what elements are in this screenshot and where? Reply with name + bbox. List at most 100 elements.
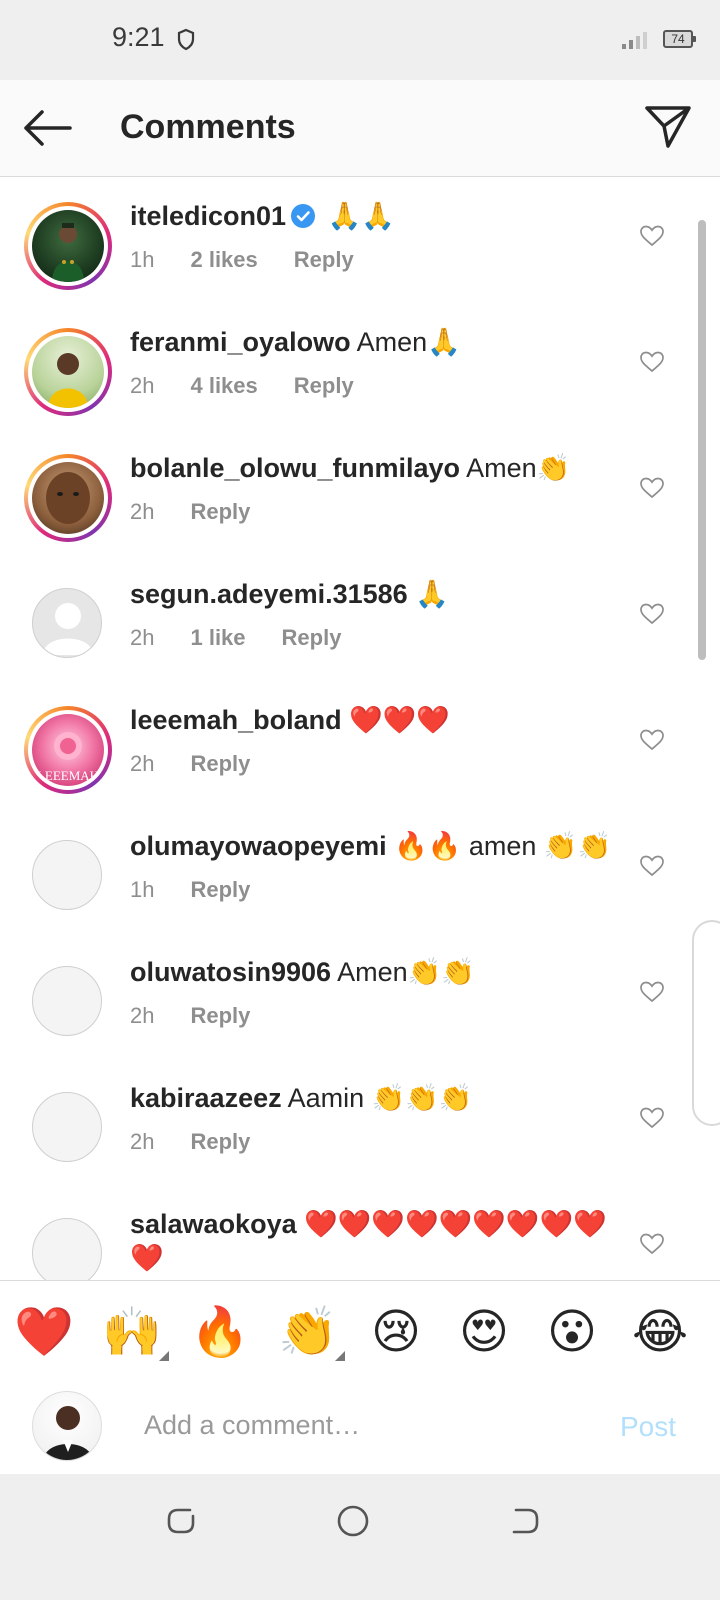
comment-item: olumayowaopeyemi 🔥🔥 amen 👏👏 1h Reply: [0, 807, 720, 935]
comment-text: Aamin 👏👏👏: [287, 1083, 473, 1113]
reply-button[interactable]: Reply: [190, 877, 250, 902]
comment-text: 🙏🙏: [327, 201, 395, 231]
comment-username[interactable]: oluwatosin9906: [130, 957, 331, 987]
recent-apps-icon[interactable]: [166, 1504, 196, 1538]
comment-meta: 2h Reply: [130, 751, 286, 777]
shield-icon: [177, 28, 195, 51]
skin-tone-indicator: [335, 1351, 345, 1361]
comment-meta: 2h Reply: [130, 1129, 286, 1155]
scrollbar[interactable]: [698, 220, 706, 660]
default-avatar-icon: [43, 603, 93, 655]
comment-username[interactable]: bolanle_olowu_funmilayo: [130, 453, 460, 483]
emoji-surprised-button[interactable]: 😮: [542, 1303, 602, 1363]
avatar[interactable]: [32, 966, 102, 1036]
comment-meta: 2h Reply: [130, 499, 286, 525]
comment-item: bolanle_olowu_funmilayo Amen👏 2h Reply: [0, 429, 720, 557]
avatar[interactable]: [32, 1092, 102, 1162]
comment-time: 1h: [130, 247, 155, 272]
avatar[interactable]: [32, 1218, 102, 1288]
comment-item: iteledicon01 🙏🙏 1h 2 likes Reply: [0, 177, 720, 305]
heart-outline-icon[interactable]: [640, 855, 664, 877]
emoji-crying-button[interactable]: 😢: [366, 1303, 426, 1363]
comment-meta: 2h 4 likes Reply: [130, 373, 390, 399]
back-icon[interactable]: [510, 1504, 540, 1538]
heart-outline-icon[interactable]: [640, 729, 664, 751]
comment-time: 2h: [130, 499, 155, 524]
heart-outline-icon[interactable]: [640, 1233, 664, 1255]
avatar[interactable]: [24, 328, 112, 416]
home-icon[interactable]: [336, 1504, 370, 1538]
comments-list[interactable]: iteledicon01 🙏🙏 1h 2 likes Reply feranmi_o…: [0, 177, 720, 1305]
comment-username[interactable]: olumayowaopeyemi: [130, 831, 387, 861]
comment-input[interactable]: [142, 1399, 586, 1451]
reply-button[interactable]: Reply: [190, 1129, 250, 1154]
comment-likes[interactable]: 2 likes: [190, 247, 257, 272]
status-bar: 9:21 74: [0, 0, 720, 80]
reply-button[interactable]: Reply: [294, 247, 354, 272]
comment-username[interactable]: leeemah_boland: [130, 705, 342, 735]
heart-outline-icon[interactable]: [640, 477, 664, 499]
comment-time: 2h: [130, 751, 155, 776]
emoji-raising-hands-button[interactable]: 🙌: [102, 1303, 162, 1363]
emoji-heart-eyes-button[interactable]: 😍: [454, 1303, 514, 1363]
comment-time: 2h: [130, 1129, 155, 1154]
avatar-image: [32, 462, 104, 534]
comment-likes[interactable]: 4 likes: [190, 373, 257, 398]
emoji-clap-button[interactable]: 👏: [278, 1303, 338, 1363]
comment-text: Amen👏👏: [337, 957, 475, 987]
avatar[interactable]: [24, 454, 112, 542]
reply-button[interactable]: Reply: [190, 751, 250, 776]
post-button[interactable]: Post: [620, 1411, 676, 1443]
comment-likes[interactable]: 1 like: [190, 625, 245, 650]
avatar[interactable]: LEEEMAH: [24, 706, 112, 794]
reply-button[interactable]: Reply: [190, 499, 250, 524]
emoji-laughing-button[interactable]: 😂: [630, 1303, 690, 1363]
comment-time: 2h: [130, 1003, 155, 1028]
emoji-heart-button[interactable]: ❤️: [14, 1303, 74, 1363]
comment-text: Amen🙏: [356, 327, 461, 357]
heart-outline-icon[interactable]: [640, 981, 664, 1003]
comment-item: kabiraazeez Aamin 👏👏👏 2h Reply: [0, 1059, 720, 1187]
reply-button[interactable]: Reply: [190, 1003, 250, 1028]
reply-button[interactable]: Reply: [282, 625, 342, 650]
emoji-bar: ❤️ 🙌 🔥 👏 😢 😍 😮 😂: [0, 1280, 720, 1378]
comment-meta: 2h 1 like Reply: [130, 625, 377, 651]
heart-outline-icon[interactable]: [640, 351, 664, 373]
comment-meta: 1h Reply: [130, 877, 286, 903]
avatar-image: LEEEMAH: [32, 714, 104, 786]
comment-username[interactable]: salawaokoya: [130, 1209, 297, 1239]
emoji-fire-button[interactable]: 🔥: [190, 1303, 250, 1363]
heart-outline-icon[interactable]: [640, 225, 664, 247]
avatar[interactable]: [32, 588, 102, 658]
page-title: Comments: [120, 108, 296, 146]
skin-tone-indicator: [159, 1351, 169, 1361]
comment-username[interactable]: segun.adeyemi.31586: [130, 579, 408, 609]
comment-username[interactable]: feranmi_oyalowo: [130, 327, 351, 357]
comment-text: ❤️❤️❤️: [349, 705, 450, 735]
avatar[interactable]: [24, 202, 112, 290]
system-nav-bar: [0, 1474, 720, 1600]
reply-button[interactable]: Reply: [294, 373, 354, 398]
edge-panel-handle[interactable]: [692, 920, 720, 1126]
comment-time: 2h: [130, 373, 155, 398]
comment-meta: 2h Reply: [130, 1003, 286, 1029]
avatar[interactable]: [32, 840, 102, 910]
heart-outline-icon[interactable]: [640, 1107, 664, 1129]
header: Comments: [0, 80, 720, 177]
comment-username[interactable]: kabiraazeez: [130, 1083, 282, 1113]
comment-meta: 1h 2 likes Reply: [130, 247, 390, 273]
send-icon[interactable]: [644, 104, 692, 150]
battery-icon: 74: [663, 30, 696, 48]
avatar-image: [32, 336, 104, 408]
avatar: [32, 1391, 102, 1461]
signal-icon: [622, 32, 647, 49]
status-time: 9:21: [112, 22, 165, 52]
heart-outline-icon[interactable]: [640, 603, 664, 625]
verified-badge-icon: [291, 204, 316, 228]
comment-username[interactable]: iteledicon01: [130, 201, 286, 231]
comment-time: 1h: [130, 877, 155, 902]
comment-item: segun.adeyemi.31586 🙏 2h 1 like Reply: [0, 555, 720, 683]
comment-text: 🔥🔥 amen 👏👏: [394, 831, 612, 861]
avatar-image: [32, 210, 104, 282]
back-arrow-icon[interactable]: [20, 108, 74, 148]
